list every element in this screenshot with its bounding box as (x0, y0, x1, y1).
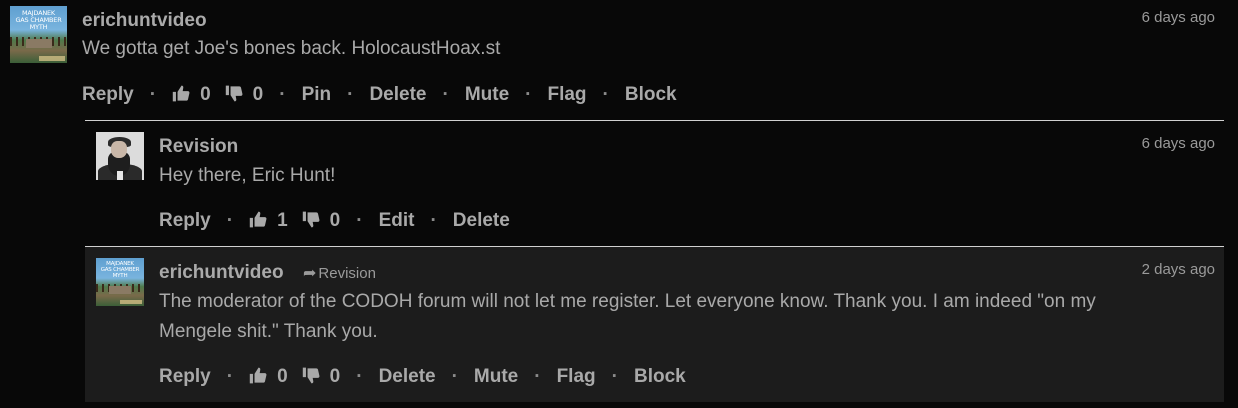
comment-timestamp[interactable]: 2 days ago (1142, 261, 1215, 278)
reply-to-link[interactable]: ➦ Revision (303, 263, 376, 283)
comment-actions: Reply · 0 0 · Pin · Delete · Mute · Flag… (82, 84, 677, 106)
delete-button[interactable]: Delete (453, 210, 510, 232)
thumbs-up-icon[interactable] (249, 366, 268, 385)
building-graphic (109, 286, 131, 294)
separator: · (226, 366, 234, 387)
avatar-caption: MAJDANEK GAS CHAMBER MYTH (100, 261, 140, 279)
separator: · (226, 210, 234, 231)
reply-button[interactable]: Reply (159, 210, 211, 232)
separator: · (611, 366, 618, 387)
separator: · (451, 366, 458, 387)
separator: · (602, 84, 609, 105)
comment-author[interactable]: Revision (159, 136, 238, 158)
avatar[interactable]: MAJDANEK GAS CHAMBER MYTH (96, 258, 144, 306)
thumbs-down-icon[interactable] (302, 210, 321, 229)
flag-button[interactable]: Flag (557, 366, 596, 388)
reply-button[interactable]: Reply (82, 84, 134, 106)
upvote-button[interactable]: 0 (249, 366, 302, 388)
downvote-count: 0 (329, 366, 341, 387)
separator: · (149, 84, 157, 105)
upvote-button[interactable]: 0 (172, 84, 225, 106)
upvote-button[interactable]: 1 (249, 210, 302, 232)
comment-text: We gotta get Joe's bones back. Holocaust… (82, 38, 501, 59)
author-label-graphic (120, 300, 142, 304)
reply-button[interactable]: Reply (159, 366, 211, 388)
edit-button[interactable]: Edit (379, 210, 415, 232)
building-graphic (26, 39, 52, 48)
comment: MAJDANEK GAS CHAMBER MYTH erichuntvideo … (10, 0, 1215, 118)
thumbs-up-icon[interactable] (172, 84, 191, 103)
flag-button[interactable]: Flag (547, 84, 586, 106)
pin-button[interactable]: Pin (302, 84, 332, 106)
upvote-count: 1 (277, 210, 288, 231)
upvote-count: 0 (200, 84, 211, 105)
thumbs-up-icon[interactable] (249, 210, 268, 229)
block-button[interactable]: Block (625, 84, 677, 106)
separator: · (347, 84, 354, 105)
avatar-caption: MAJDANEK GAS CHAMBER MYTH (15, 9, 62, 31)
comment-author[interactable]: erichuntvideo (82, 10, 207, 32)
comment-author[interactable]: erichuntvideo (159, 262, 284, 284)
comment-text: The moderator of the CODOH forum will no… (159, 291, 1096, 342)
avatar[interactable] (96, 132, 144, 180)
downvote-count: 0 (252, 84, 264, 105)
thumbs-down-icon[interactable] (302, 366, 321, 385)
separator: · (279, 84, 286, 105)
separator: · (534, 366, 541, 387)
downvote-button[interactable]: 0 (302, 210, 341, 232)
comment-timestamp[interactable]: 6 days ago (1142, 9, 1215, 26)
comment-nested-reply: MAJDANEK GAS CHAMBER MYTH erichuntvideo … (96, 246, 1215, 402)
portrait-collar (117, 171, 123, 180)
downvote-button[interactable]: 0 (302, 366, 341, 388)
reply-arrow-icon: ➦ (303, 265, 317, 282)
delete-button[interactable]: Delete (379, 366, 436, 388)
author-label-graphic (39, 56, 65, 61)
thumbs-down-icon[interactable] (225, 84, 244, 103)
separator: · (356, 366, 363, 387)
separator: · (430, 210, 437, 231)
comment-actions: Reply · 1 0 · Edit · Delete (159, 210, 510, 232)
comment-timestamp[interactable]: 6 days ago (1142, 135, 1215, 152)
comment-text: Hey there, Eric Hunt! (159, 165, 336, 186)
mute-button[interactable]: Mute (474, 366, 518, 388)
separator: · (356, 210, 363, 231)
comment-reply: Revision 6 days ago Hey there, Eric Hunt… (96, 121, 1215, 245)
comment-actions: Reply · 0 0 · Delete · Mute · Flag · Blo… (159, 366, 686, 388)
delete-button[interactable]: Delete (369, 84, 426, 106)
block-button[interactable]: Block (634, 366, 686, 388)
separator: · (525, 84, 532, 105)
mute-button[interactable]: Mute (465, 84, 509, 106)
downvote-count: 0 (329, 210, 341, 231)
upvote-count: 0 (277, 366, 288, 387)
separator: · (442, 84, 449, 105)
downvote-button[interactable]: 0 (225, 84, 264, 106)
avatar[interactable]: MAJDANEK GAS CHAMBER MYTH (10, 6, 67, 63)
portrait-face (111, 141, 127, 158)
